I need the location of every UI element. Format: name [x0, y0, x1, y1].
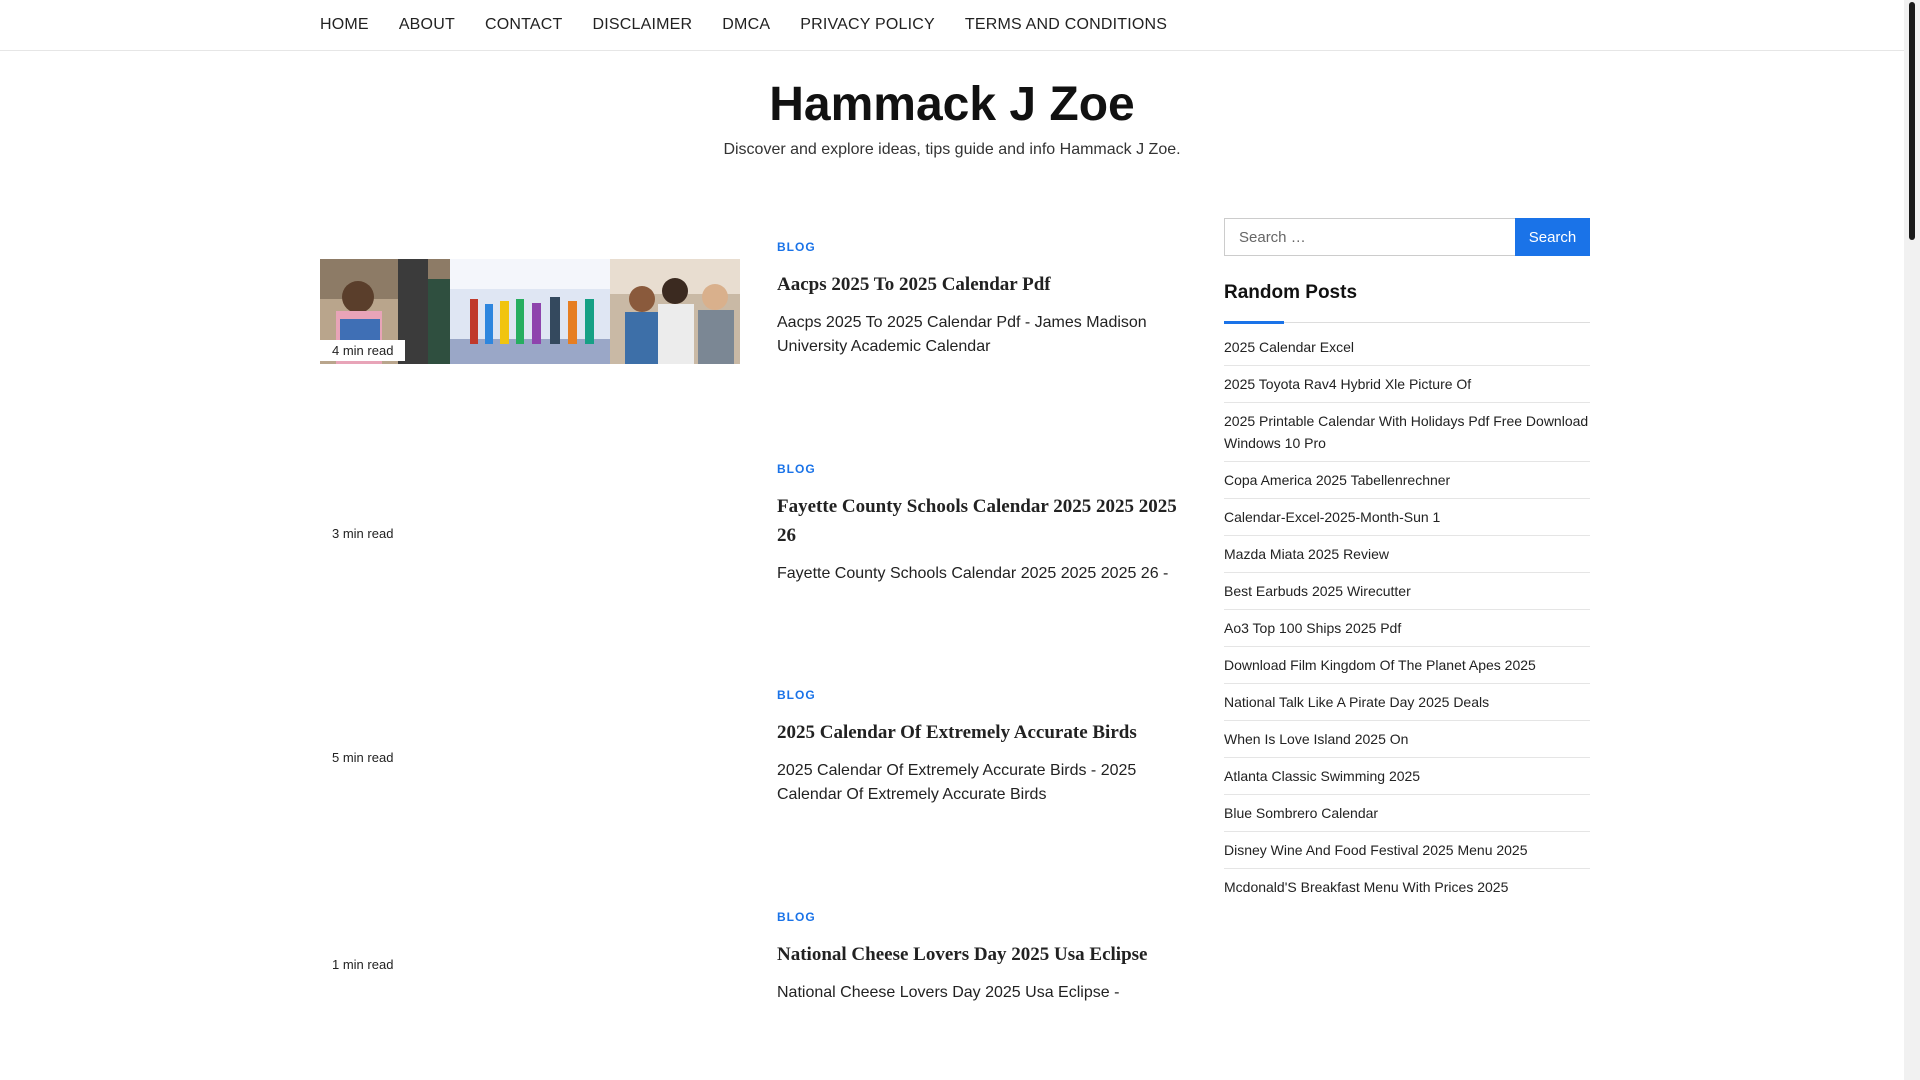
nav-item-contact[interactable]: CONTACT — [485, 16, 563, 34]
site-header: Hammack J Zoe Discover and explore ideas… — [0, 60, 1904, 160]
search-button[interactable]: Search — [1515, 218, 1590, 256]
random-post-link[interactable]: Blue Sombrero Calendar — [1224, 795, 1590, 832]
random-post-link[interactable]: National Talk Like A Pirate Day 2025 Dea… — [1224, 684, 1590, 721]
nav-item-home[interactable]: HOME — [320, 16, 369, 34]
search-form: Search — [1224, 218, 1590, 256]
post-title[interactable]: Fayette County Schools Calendar 2025 202… — [777, 492, 1187, 550]
post-title[interactable]: 2025 Calendar Of Extremely Accurate Bird… — [777, 718, 1187, 747]
random-post-link[interactable]: Best Earbuds 2025 Wirecutter — [1224, 573, 1590, 610]
post-title[interactable]: National Cheese Lovers Day 2025 Usa Ecli… — [777, 940, 1187, 969]
post-excerpt: 2025 Calendar Of Extremely Accurate Bird… — [777, 762, 1137, 803]
post-content: BLOG Fayette County Schools Calendar 202… — [777, 462, 1187, 586]
random-post-link[interactable]: Calendar-Excel-2025-Month-Sun 1 — [1224, 499, 1590, 536]
nav-menu: HOME ABOUT CONTACT DISCLAIMER DMCA PRIVA… — [320, 0, 1197, 50]
random-post-link[interactable]: Atlanta Classic Swimming 2025 — [1224, 758, 1590, 795]
post-category[interactable]: BLOG — [777, 462, 1187, 476]
post-content: BLOG National Cheese Lovers Day 2025 Usa… — [777, 910, 1187, 1005]
random-post-link[interactable]: Mcdonald'S Breakfast Menu With Prices 20… — [1224, 869, 1590, 905]
post-excerpt: Aacps 2025 To 2025 Calendar Pdf - James … — [777, 314, 1147, 355]
post-excerpt: National Cheese Lovers Day 2025 Usa Ecli… — [777, 984, 1120, 1001]
post-excerpt: Fayette County Schools Calendar 2025 202… — [777, 565, 1169, 582]
post-content: BLOG 2025 Calendar Of Extremely Accurate… — [777, 688, 1187, 807]
nav-item-disclaimer[interactable]: DISCLAIMER — [592, 16, 692, 34]
post-title[interactable]: Aacps 2025 To 2025 Calendar Pdf — [777, 270, 1187, 299]
random-post-link[interactable]: Disney Wine And Food Festival 2025 Menu … — [1224, 832, 1590, 869]
random-post-link[interactable]: Ao3 Top 100 Ships 2025 Pdf — [1224, 610, 1590, 647]
read-time-badge: 5 min read — [320, 747, 406, 768]
random-posts-list: 2025 Calendar Excel 2025 Toyota Rav4 Hyb… — [1224, 329, 1590, 905]
random-post-link[interactable]: 2025 Calendar Excel — [1224, 329, 1590, 366]
random-posts-title: Random Posts — [1224, 282, 1590, 324]
random-post-link[interactable]: 2025 Toyota Rav4 Hybrid Xle Picture Of — [1224, 366, 1590, 403]
post-category[interactable]: BLOG — [777, 240, 1187, 254]
post-category[interactable]: BLOG — [777, 910, 1187, 924]
post-category[interactable]: BLOG — [777, 688, 1187, 702]
random-post-link[interactable]: 2025 Printable Calendar With Holidays Pd… — [1224, 403, 1590, 462]
random-post-link[interactable]: When Is Love Island 2025 On — [1224, 721, 1590, 758]
page-scrollbar[interactable] — [1904, 0, 1920, 1080]
scrollbar-thumb[interactable] — [1909, 2, 1915, 240]
site-description: Discover and explore ideas, tips guide a… — [723, 141, 1181, 158]
top-navigation: HOME ABOUT CONTACT DISCLAIMER DMCA PRIVA… — [0, 0, 1904, 51]
read-time-badge: 4 min read — [320, 340, 406, 361]
nav-item-terms-and-conditions[interactable]: TERMS AND CONDITIONS — [965, 16, 1167, 34]
read-time-badge: 3 min read — [320, 523, 406, 544]
random-post-link[interactable]: Copa America 2025 Tabellenrechner — [1224, 462, 1590, 499]
nav-item-privacy-policy[interactable]: PRIVACY POLICY — [800, 16, 935, 34]
nav-item-dmca[interactable]: DMCA — [722, 16, 770, 34]
nav-item-about[interactable]: ABOUT — [399, 16, 455, 34]
search-input[interactable] — [1224, 218, 1515, 256]
random-post-link[interactable]: Mazda Miata 2025 Review — [1224, 536, 1590, 573]
read-time-badge: 1 min read — [320, 954, 406, 975]
sidebar: Search Random Posts 2025 Calendar Excel … — [1224, 218, 1590, 905]
post-content: BLOG Aacps 2025 To 2025 Calendar Pdf Aac… — [777, 240, 1187, 359]
site-title[interactable]: Hammack J Zoe — [0, 70, 1904, 140]
random-post-link[interactable]: Download Film Kingdom Of The Planet Apes… — [1224, 647, 1590, 684]
